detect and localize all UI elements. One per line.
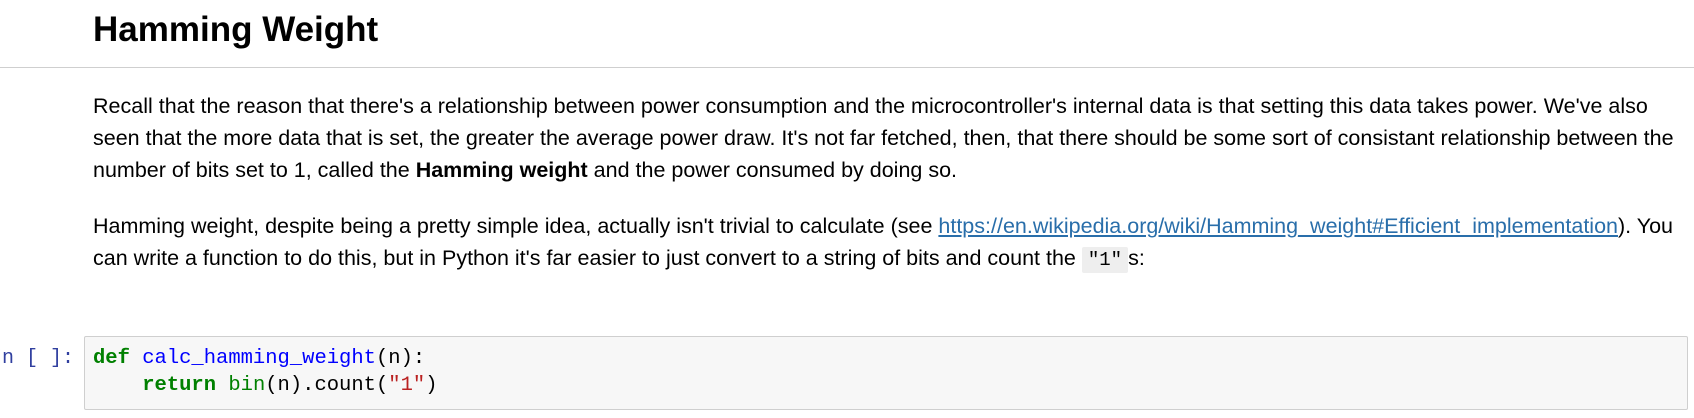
function-name: calc_hamming_weight	[142, 347, 376, 370]
def-keyword: def	[93, 347, 130, 370]
code-close-paren: )	[425, 374, 438, 397]
code-text[interactable]: def calc_hamming_weight(n): return bin(n…	[93, 345, 438, 399]
return-keyword: return	[142, 374, 217, 397]
page-title: Hamming Weight	[93, 10, 379, 49]
markdown-cell[interactable]: Recall that the reason that there's a re…	[93, 90, 1683, 300]
paragraph1-text-after: and the power consumed by doing so.	[587, 158, 958, 182]
inline-code-one: "1"	[1081, 247, 1129, 273]
wikipedia-link[interactable]: https://en.wikipedia.org/wiki/Hamming_we…	[938, 214, 1618, 238]
function-signature: (n):	[375, 347, 426, 370]
hamming-weight-bold: Hamming weight	[415, 158, 588, 182]
bin-builtin: bin	[228, 374, 266, 397]
paragraph2-text-before: Hamming weight, despite being a pretty s…	[93, 214, 939, 238]
paragraph2-text-after: s:	[1128, 246, 1145, 270]
code-cell-editor[interactable]: def calc_hamming_weight(n): return bin(n…	[84, 336, 1688, 410]
paragraph-hamming-calculation: Hamming weight, despite being a pretty s…	[93, 210, 1683, 276]
code-call: (n).count(	[265, 374, 389, 397]
paragraph-power-consumption: Recall that the reason that there's a re…	[93, 90, 1683, 186]
heading-cell[interactable]: Hamming Weight	[0, 0, 1694, 68]
string-literal: "1"	[388, 374, 426, 397]
cell-prompt: In [ ]:	[0, 347, 75, 370]
